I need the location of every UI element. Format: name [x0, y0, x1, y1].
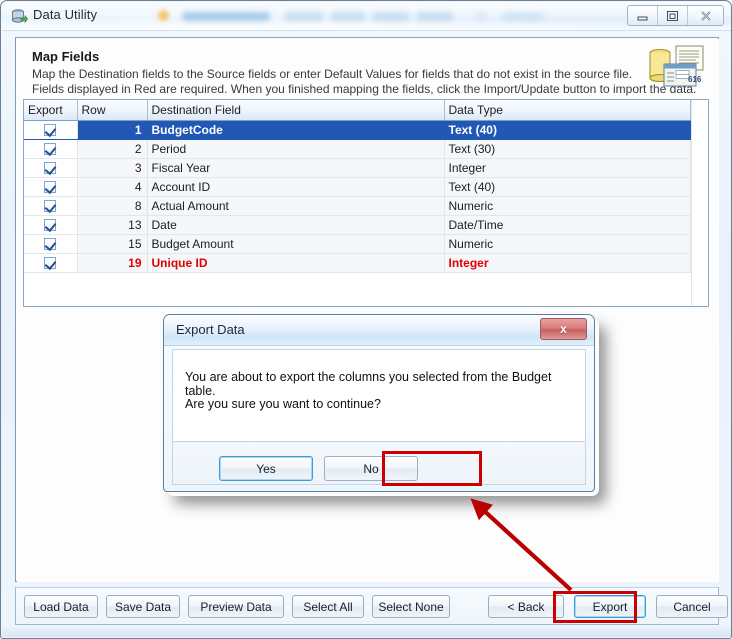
row-export-cell[interactable]	[24, 177, 78, 197]
row-export-cell[interactable]	[24, 234, 78, 254]
bottom-button-bar: Load Data Save Data Preview Data Select …	[15, 587, 728, 625]
destination-field-cell[interactable]: Account ID	[147, 177, 445, 197]
row-export-cell[interactable]	[24, 158, 78, 178]
row-number-cell: 1	[77, 120, 148, 140]
data-type-cell: Integer	[444, 253, 691, 273]
map-fields-panel: Map Fields Map the Destination fields to…	[15, 37, 719, 582]
dialog-body: You are about to export the columns you …	[172, 349, 586, 442]
window-title: Data Utility	[33, 7, 98, 22]
blurred-toolbar-text-7	[502, 12, 544, 21]
row-export-cell[interactable]	[24, 253, 78, 273]
table-row[interactable]: 4 Account ID Text (40)	[24, 177, 708, 197]
destination-field-cell[interactable]: Period	[147, 139, 445, 159]
row-number-cell: 2	[77, 139, 148, 159]
page-description-line-1: Map the Destination fields to the Source…	[32, 67, 633, 81]
grid-header-row: Export Row Destination Field Data Type	[24, 100, 708, 121]
data-type-cell: Integer	[444, 158, 691, 178]
blurred-toolbar-text-3	[330, 12, 366, 21]
dialog-message-line-2: Are you sure you want to continue?	[185, 397, 381, 411]
row-export-cell[interactable]	[24, 196, 78, 216]
cancel-button[interactable]: Cancel	[656, 595, 728, 618]
database-report-icon: 616	[648, 44, 706, 90]
row-number-cell: 4	[77, 177, 148, 197]
dialog-no-button[interactable]: No	[324, 456, 418, 481]
preview-data-button[interactable]: Preview Data	[188, 595, 284, 618]
destination-field-cell[interactable]: Unique ID	[147, 253, 445, 273]
restore-icon[interactable]	[658, 6, 688, 25]
export-checkbox[interactable]	[44, 123, 57, 136]
row-number-cell: 19	[77, 253, 148, 273]
export-checkbox[interactable]	[44, 180, 57, 193]
dialog-title: Export Data	[176, 322, 245, 337]
database-app-icon	[11, 8, 28, 25]
row-export-cell[interactable]	[24, 139, 78, 159]
row-number-cell: 8	[77, 196, 148, 216]
dialog-yes-button[interactable]: Yes	[219, 456, 313, 481]
dialog-message-line-1: You are about to export the columns you …	[185, 370, 552, 398]
dialog-close-icon[interactable]: x	[540, 318, 587, 340]
map-fields-grid[interactable]: Export Row Destination Field Data Type 1…	[23, 99, 709, 307]
table-row[interactable]: 2 Period Text (30)	[24, 139, 708, 159]
data-type-cell: Date/Time	[444, 215, 691, 235]
table-row[interactable]: 3 Fiscal Year Integer	[24, 158, 708, 178]
destination-field-cell[interactable]: Fiscal Year	[147, 158, 445, 178]
window-titlebar: Data Utility	[2, 2, 731, 31]
export-checkbox[interactable]	[44, 199, 57, 212]
titlebar-glow	[2, 2, 731, 30]
table-row[interactable]: 15 Budget Amount Numeric	[24, 234, 708, 254]
application-window: Data Utility Map Fields Map the Destinat…	[0, 0, 732, 639]
minimize-icon[interactable]	[628, 6, 658, 25]
data-type-cell: Numeric	[444, 234, 691, 254]
svg-text:616: 616	[688, 75, 702, 84]
select-all-button[interactable]: Select All	[292, 595, 364, 618]
table-row[interactable]: 8 Actual Amount Numeric	[24, 196, 708, 216]
row-export-cell[interactable]	[24, 120, 78, 140]
row-number-cell: 13	[77, 215, 148, 235]
back-button[interactable]: < Back	[488, 595, 564, 618]
blurred-toolbar-text-2	[284, 12, 324, 21]
data-type-cell: Numeric	[444, 196, 691, 216]
window-controls	[627, 5, 724, 26]
export-checkbox[interactable]	[44, 161, 57, 174]
export-button[interactable]: Export	[574, 595, 646, 618]
data-type-cell: Text (40)	[444, 177, 691, 197]
column-header-row[interactable]: Row	[77, 100, 148, 121]
table-row[interactable]: 1 BudgetCode Text (40)	[24, 120, 708, 140]
row-export-cell[interactable]	[24, 215, 78, 235]
destination-field-cell[interactable]: Date	[147, 215, 445, 235]
blurred-toolbar-text-6	[474, 12, 488, 21]
data-type-cell: Text (30)	[444, 139, 691, 159]
blurred-toolbar-text-1	[182, 12, 270, 21]
page-description: Map the Destination fields to the Source…	[32, 67, 696, 97]
row-number-cell: 15	[77, 234, 148, 254]
select-none-button[interactable]: Select None	[372, 595, 450, 618]
close-icon[interactable]	[688, 6, 723, 25]
blurred-toolbar-dot	[158, 10, 169, 21]
table-row[interactable]: 13 Date Date/Time	[24, 215, 708, 235]
destination-field-cell[interactable]: BudgetCode	[147, 120, 445, 140]
destination-field-cell[interactable]: Actual Amount	[147, 196, 445, 216]
row-number-cell: 3	[77, 158, 148, 178]
save-data-button[interactable]: Save Data	[106, 595, 180, 618]
table-row[interactable]: 19 Unique ID Integer	[24, 253, 708, 273]
export-checkbox[interactable]	[44, 142, 57, 155]
blurred-toolbar-text-4	[372, 12, 410, 21]
export-checkbox[interactable]	[44, 218, 57, 231]
export-checkbox[interactable]	[44, 256, 57, 269]
column-header-destination-field[interactable]: Destination Field	[147, 100, 445, 121]
page-description-line-2: Fields displayed in Red are required. Wh…	[32, 82, 697, 96]
column-header-data-type[interactable]: Data Type	[444, 100, 691, 121]
column-header-export[interactable]: Export	[24, 100, 78, 121]
window-bottom-strip	[2, 627, 731, 637]
data-type-cell: Text (40)	[444, 120, 691, 140]
dialog-titlebar: Export Data x	[164, 315, 594, 346]
destination-field-cell[interactable]: Budget Amount	[147, 234, 445, 254]
grid-scroll-gutter[interactable]	[691, 100, 708, 306]
load-data-button[interactable]: Load Data	[24, 595, 98, 618]
page-title: Map Fields	[32, 49, 100, 64]
blurred-toolbar-text-5	[416, 12, 454, 21]
export-checkbox[interactable]	[44, 237, 57, 250]
